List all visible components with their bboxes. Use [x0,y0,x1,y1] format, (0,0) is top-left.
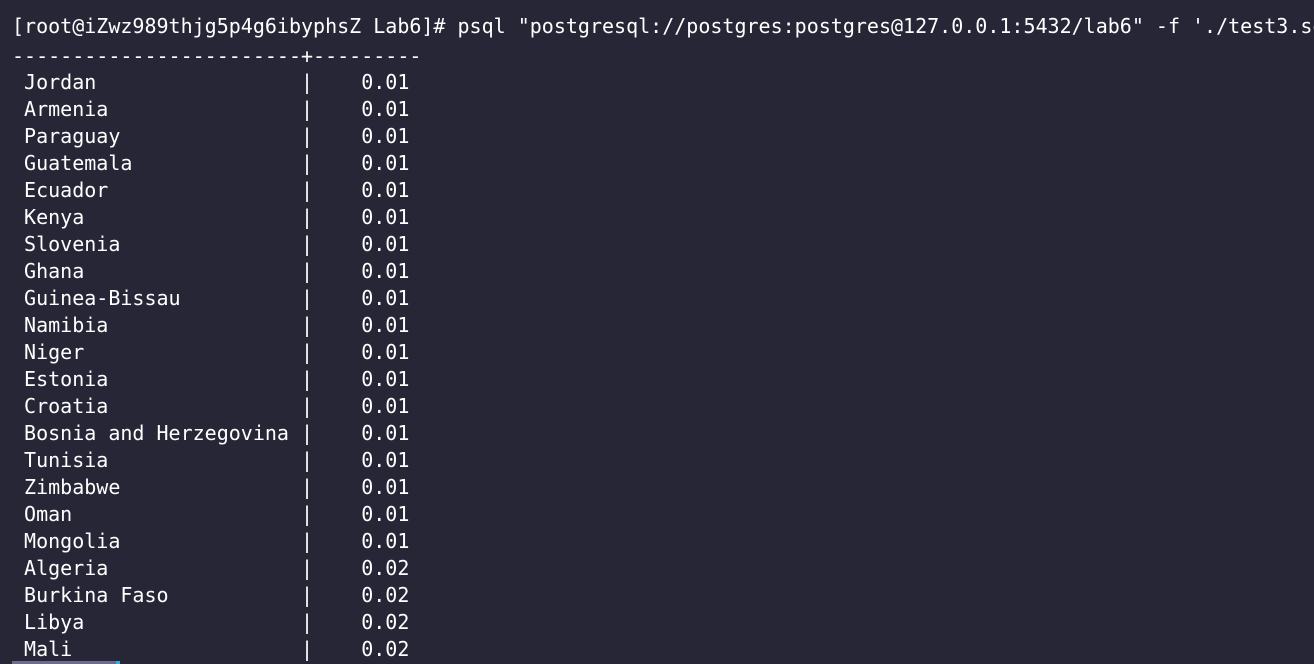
table-row: Kenya | 0.01 [12,205,410,229]
table-row: Tunisia | 0.01 [12,448,410,472]
command-prompt-line: [root@iZwz989thjg5p4g6ibyphsZ Lab6]# psq… [12,14,1314,38]
table-separator: ------------------------+--------- [12,44,422,68]
table-row: Mali | 0.02 [12,637,410,661]
table-row: Algeria | 0.02 [12,556,410,580]
table-row: Slovenia | 0.01 [12,232,410,256]
terminal-window[interactable]: [root@iZwz989thjg5p4g6ibyphsZ Lab6]# psq… [0,0,1314,664]
table-row: Mongolia | 0.01 [12,529,410,553]
table-row: Ecuador | 0.01 [12,178,410,202]
table-row: Paraguay | 0.01 [12,124,410,148]
table-row: Armenia | 0.01 [12,97,410,121]
table-row: Zimbabwe | 0.01 [12,475,410,499]
table-row: Bosnia and Herzegovina | 0.01 [12,421,410,445]
table-row: Burkina Faso | 0.02 [12,583,410,607]
table-row: Croatia | 0.01 [12,394,410,418]
table-row: Namibia | 0.01 [12,313,410,337]
table-row: Jordan | 0.01 [12,70,410,94]
table-row: Oman | 0.01 [12,502,410,526]
table-row: Niger | 0.01 [12,340,410,364]
table-row: Estonia | 0.01 [12,367,410,391]
table-row: Guinea-Bissau | 0.01 [12,286,410,310]
table-row: Libya | 0.02 [12,610,410,634]
table-row: Ghana | 0.01 [12,259,410,283]
table-row: Guatemala | 0.01 [12,151,410,175]
